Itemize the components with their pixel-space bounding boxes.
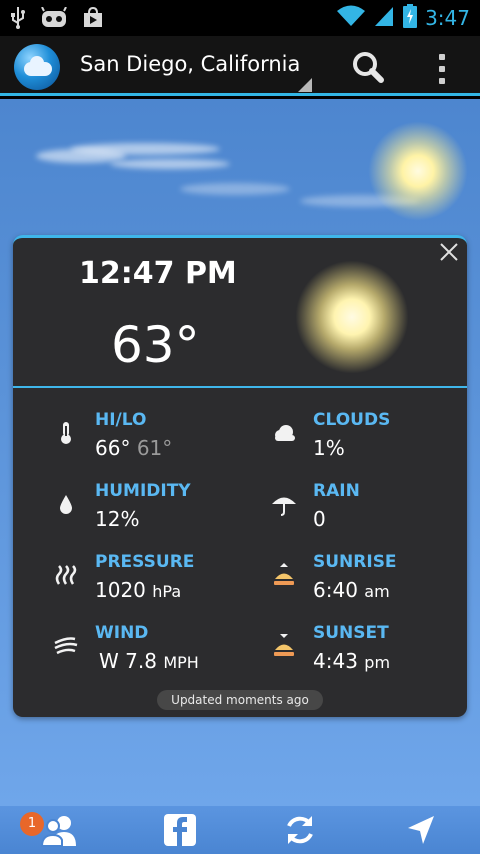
pressure-unit: hPa — [152, 582, 182, 601]
detail-value: 12% — [95, 507, 140, 531]
detail-value: W 7.8 MPH — [99, 649, 199, 673]
clock: 3:47 — [425, 6, 470, 30]
facebook-icon — [164, 814, 196, 846]
close-button[interactable] — [437, 240, 461, 264]
current-temperature: 63° — [111, 316, 200, 374]
cloud-wisp — [180, 183, 290, 195]
detail-sunrise: SUNRISE 6:40 am — [271, 552, 461, 608]
battery-charging-icon — [403, 4, 418, 32]
detail-label: HI/LO — [95, 410, 147, 430]
my-location-button[interactable] — [402, 810, 446, 854]
detail-pressure: PRESSURE 1020 hPa — [53, 552, 243, 608]
friends-icon — [40, 816, 76, 847]
detail-value: 0 — [313, 507, 326, 531]
close-icon — [440, 243, 458, 261]
sunrise-ampm: am — [364, 582, 390, 601]
wind-icon — [53, 633, 79, 659]
umbrella-icon — [271, 491, 297, 517]
search-button[interactable] — [348, 48, 388, 88]
sunset-icon — [271, 633, 297, 659]
sunrise-time: 6:40 — [313, 578, 358, 602]
refresh-button[interactable] — [280, 810, 324, 854]
detail-value: 66° 61° — [95, 436, 172, 460]
high-temperature: 66° — [95, 436, 131, 460]
notification-badge: 1 — [20, 812, 44, 836]
pressure-icon — [53, 562, 79, 588]
detail-label: PRESSURE — [95, 552, 195, 572]
wind-speed: W 7.8 — [99, 649, 157, 673]
detail-value: 4:43 pm — [313, 649, 390, 673]
location-selector[interactable]: San Diego, California — [80, 52, 300, 76]
pressure-value: 1020 — [95, 578, 146, 602]
detail-label: SUNRISE — [313, 552, 397, 572]
detail-hilo: HI/LO 66° 61° — [53, 410, 243, 466]
search-icon — [353, 52, 384, 83]
wind-unit: MPH — [163, 653, 199, 672]
detail-label: HUMIDITY — [95, 481, 191, 501]
detail-label: SUNSET — [313, 623, 389, 643]
detail-value: 1% — [313, 436, 345, 460]
signal-icon — [373, 5, 395, 31]
detail-clouds: CLOUDS 1% — [271, 410, 461, 466]
detail-value: 6:40 am — [313, 578, 390, 602]
cyanogen-android-icon — [40, 6, 68, 33]
detail-humidity: HUMIDITY 12% — [53, 481, 243, 537]
cloud-icon — [271, 420, 297, 446]
detail-rain: RAIN 0 — [271, 481, 461, 537]
low-temperature: 61° — [136, 436, 173, 460]
usb-icon — [10, 6, 26, 34]
sunrise-icon — [271, 562, 297, 588]
detail-label: WIND — [95, 623, 149, 643]
detail-label: RAIN — [313, 481, 360, 501]
thermometer-icon — [53, 420, 79, 446]
divider — [13, 386, 467, 388]
sunset-ampm: pm — [364, 653, 391, 672]
sun-icon — [295, 260, 409, 374]
detail-sunset: SUNSET 4:43 pm — [271, 623, 461, 679]
sunset-time: 4:43 — [313, 649, 358, 673]
cloud-wisp — [70, 143, 220, 155]
raindrop-icon — [53, 491, 79, 517]
updated-status: Updated moments ago — [157, 690, 323, 710]
play-store-icon — [82, 6, 104, 33]
cloud-wisp — [110, 159, 230, 169]
detail-value: 1020 hPa — [95, 578, 181, 602]
overflow-menu-icon[interactable] — [432, 50, 452, 86]
dropdown-corner-icon[interactable] — [298, 78, 312, 92]
wifi-icon — [337, 5, 366, 31]
location-arrow-icon — [408, 816, 434, 844]
facebook-button[interactable] — [160, 810, 204, 854]
refresh-icon — [287, 816, 313, 844]
current-time: 12:47 PM — [79, 256, 237, 291]
weather-card: 12:47 PM 63° HI/LO 66° 61° CLOUDS 1% HUM… — [13, 235, 467, 717]
action-bar: San Diego, California — [0, 36, 480, 96]
status-bar: 3:47 — [0, 0, 480, 36]
sun-icon — [368, 121, 468, 221]
friends-button[interactable] — [38, 810, 82, 854]
detail-wind: WIND W 7.8 MPH — [53, 623, 243, 679]
app-logo-icon[interactable] — [14, 44, 60, 90]
detail-label: CLOUDS — [313, 410, 391, 430]
bottom-bar — [0, 806, 480, 854]
